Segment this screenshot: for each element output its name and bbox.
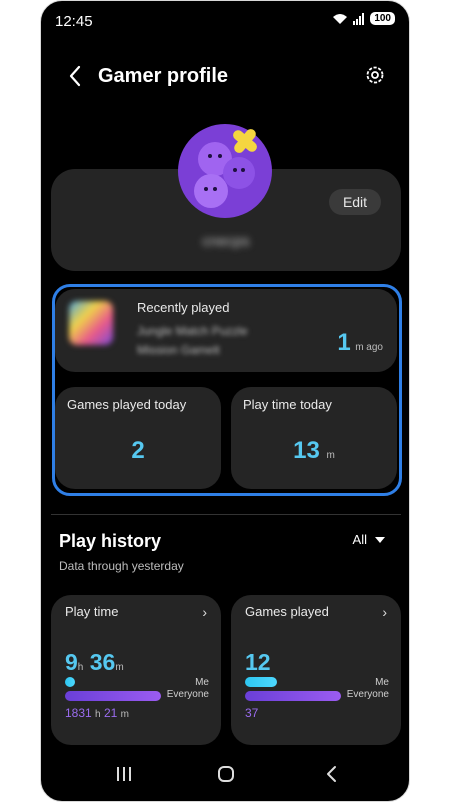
games-played-me-bar	[245, 677, 277, 687]
back-icon[interactable]	[65, 63, 87, 89]
games-played-card[interactable]: Games played › 12 Me Everyone 37	[231, 595, 401, 745]
play-history-title: Play history	[59, 531, 162, 551]
chevron-right-icon: ›	[202, 604, 207, 620]
play-history-subtitle: Data through yesterday	[59, 559, 184, 573]
page-header: Gamer profile	[41, 57, 409, 97]
everyone-minutes-unit: m	[120, 709, 129, 720]
play-time-me-minutes: 36	[89, 649, 116, 675]
recent-time-ago: 1 m ago	[337, 329, 383, 357]
username: cnecps	[202, 233, 250, 250]
games-played-today-card: Games played today 2	[55, 387, 221, 489]
everyone-minutes: 21	[103, 706, 118, 720]
filter-dropdown[interactable]: All	[353, 532, 385, 547]
phone-screen: 12:45 100 Gamer profile Edit cnecps Rece…	[40, 0, 410, 802]
everyone-hours-unit: h	[95, 709, 101, 720]
status-icons: 100	[332, 12, 395, 25]
wifi-icon	[333, 13, 348, 24]
everyone-hours: 1831	[65, 706, 92, 720]
chevron-right-icon: ›	[382, 604, 387, 620]
edit-button[interactable]: Edit	[329, 189, 381, 215]
recent-ago-value: 1	[337, 329, 351, 356]
play-time-everyone-bar	[65, 691, 161, 701]
recent-game-name: Jungle Match Puzzle Mission Gamelt	[137, 322, 297, 360]
play-time-card[interactable]: Play time › 9h 36m Me Everyone 1831 h 21…	[51, 595, 221, 745]
play-time-me-bar	[65, 677, 75, 687]
games-played-label: Games played	[245, 604, 329, 619]
signal-icon	[353, 12, 365, 25]
play-time-me-hours: 9	[65, 649, 78, 675]
play-time-label: Play time	[65, 604, 119, 619]
minutes-unit: m	[115, 662, 124, 673]
recently-played-title: Recently played	[137, 300, 230, 315]
games-played-everyone-value: 37	[245, 706, 259, 720]
navigation-bar	[41, 753, 409, 801]
status-time: 12:45	[55, 13, 93, 30]
legend-everyone: Everyone	[166, 689, 209, 700]
hours-unit: h	[77, 662, 84, 673]
legend-everyone: Everyone	[346, 689, 389, 700]
playtime-today-number: 13	[293, 437, 320, 464]
playtime-today-label: Play time today	[243, 397, 332, 412]
play-time-me-value: 9h 36m	[65, 649, 124, 676]
playtime-today-value: 13 m	[231, 437, 397, 465]
status-bar: 12:45 100	[41, 1, 409, 41]
games-today-value: 2	[131, 437, 145, 464]
filter-value: All	[352, 532, 367, 547]
recent-game-line1: Jungle Match Puzzle	[137, 324, 248, 338]
games-played-me-value: 12	[245, 649, 271, 675]
recent-ago-unit: m ago	[355, 342, 383, 353]
playtime-today-unit: m	[326, 450, 335, 461]
home-icon[interactable]	[217, 765, 235, 783]
caret-down-icon	[375, 536, 385, 543]
legend-me: Me	[375, 677, 389, 688]
games-today-label: Games played today	[67, 397, 187, 412]
game-thumbnail	[69, 301, 113, 345]
section-divider	[51, 514, 401, 515]
avatar[interactable]	[177, 123, 273, 219]
recents-icon[interactable]	[115, 765, 133, 783]
games-played-everyone-bar	[245, 691, 341, 701]
legend-me: Me	[195, 677, 209, 688]
page-title: Gamer profile	[98, 65, 229, 87]
nav-back-icon[interactable]	[323, 765, 341, 783]
recent-game-line2: Mission Gamelt	[137, 343, 220, 357]
play-time-everyone-value: 1831 h 21 m	[65, 706, 129, 720]
battery-indicator: 100	[370, 12, 395, 25]
recently-played-card[interactable]: Recently played Jungle Match Puzzle Miss…	[55, 289, 397, 372]
play-time-today-card: Play time today 13 m	[231, 387, 397, 489]
gear-icon[interactable]	[363, 63, 387, 87]
